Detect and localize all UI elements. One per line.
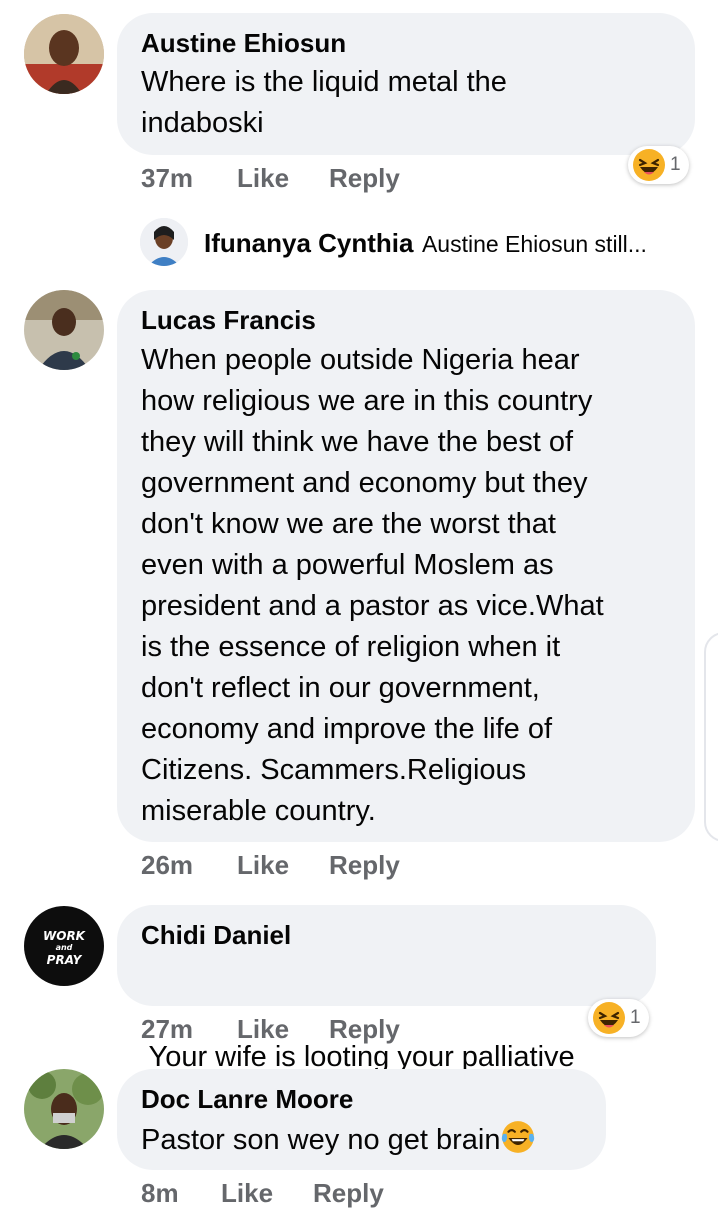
comment-text-line: don't know we are the worst that (141, 508, 556, 540)
reaction-badge[interactable]: 1 (628, 146, 689, 184)
reaction-count: 1 (630, 1007, 641, 1028)
comment-text-line: Pastor son wey no get brain (141, 1124, 501, 1156)
reaction-count: 1 (670, 154, 681, 175)
reply-avatar[interactable] (140, 218, 188, 266)
like-button[interactable]: Like (237, 850, 289, 881)
reaction-badge[interactable]: 1 (588, 999, 649, 1037)
comment-author[interactable]: Lucas Francis (141, 305, 316, 336)
comment-text: Where is the liquid metal the indaboski (141, 62, 507, 144)
avatar[interactable] (24, 1069, 104, 1149)
reply-button[interactable]: Reply (329, 163, 400, 194)
reply-button[interactable]: Reply (329, 1014, 400, 1045)
user-photo-icon (140, 218, 188, 266)
tears-of-joy-icon (502, 1121, 535, 1153)
comment-text-line: Where is the liquid metal the (141, 66, 507, 98)
laughing-face-icon (593, 1002, 625, 1034)
reply-button[interactable]: Reply (313, 1178, 384, 1209)
comment-text-line: miserable country. (141, 795, 376, 827)
comment-text-line: is the essence of religion when it (141, 631, 561, 663)
comment-author[interactable]: Chidi Daniel (141, 920, 291, 951)
comment-text-line: economy and improve the life of (141, 713, 553, 745)
avatar[interactable] (24, 290, 104, 370)
comment-author[interactable]: Doc Lanre Moore (141, 1084, 353, 1115)
reply-preview[interactable]: Ifunanya Cynthia Austine Ehiosun still..… (204, 228, 647, 259)
floating-panel-edge (704, 632, 718, 842)
laughing-face-icon (633, 149, 665, 181)
comment-timestamp[interactable]: 27m (141, 1014, 193, 1045)
comment-text-line: president and a pastor as vice.What (141, 590, 604, 622)
comment-text-line: government and economy but they (141, 467, 588, 499)
comment-text-line: don't reflect in our government, (141, 672, 540, 704)
comment-text-line: even with a powerful Moslem as (141, 549, 554, 581)
comment-text-line: When people outside Nigeria hear (141, 344, 580, 376)
comment-text: Pastor son wey no get brain (141, 1119, 536, 1161)
like-button[interactable]: Like (237, 1014, 289, 1045)
comment-timestamp[interactable]: 37m (141, 163, 193, 194)
comment-timestamp[interactable]: 26m (141, 850, 193, 881)
comment-text-line: Citizens. Scammers.Religious (141, 754, 527, 786)
reply-button[interactable]: Reply (329, 850, 400, 881)
comment-author[interactable]: Austine Ehiosun (141, 28, 346, 59)
comment-text-line: how religious we are in this country (141, 385, 593, 417)
user-photo-icon (24, 1069, 104, 1149)
comment-text: When people outside Nigeria hear how rel… (141, 340, 604, 832)
avatar[interactable]: WORK and PRAY (24, 906, 104, 986)
comment-text-line: indaboski (141, 107, 264, 139)
reply-author[interactable]: Ifunanya Cynthia (204, 228, 413, 258)
user-photo-icon (24, 14, 104, 94)
avatar[interactable] (24, 14, 104, 94)
user-photo-icon (24, 290, 104, 370)
like-button[interactable]: Like (237, 163, 289, 194)
comment-text-line: they will think we have the best of (141, 426, 574, 458)
avatar-logo-text: WORK and PRAY (43, 929, 85, 967)
like-button[interactable]: Like (221, 1178, 273, 1209)
comment-timestamp[interactable]: 8m (141, 1178, 179, 1209)
reply-snippet: Austine Ehiosun still... (421, 231, 647, 257)
